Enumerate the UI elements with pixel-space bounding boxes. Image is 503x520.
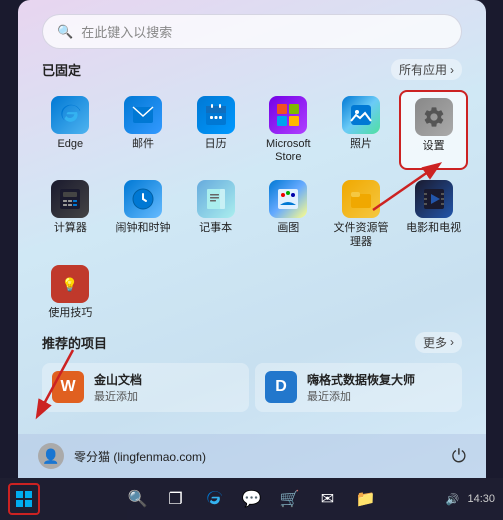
- paint-icon: [269, 180, 307, 218]
- photos-icon: [342, 96, 380, 134]
- taskbar-left: [8, 483, 40, 515]
- film-icon: [415, 180, 453, 218]
- pinned-apps-grid: Edge 邮件 日历 Microsoft Store 照片 设置计算器 闹钟和时钟 记事本 画图…: [18, 90, 486, 326]
- power-icon: ⏻: [452, 446, 466, 467]
- svg-text:💡: 💡: [62, 277, 78, 292]
- explorer-icon: [342, 180, 380, 218]
- wps-text: 金山文档最近添加: [94, 371, 142, 404]
- taskbar-edge[interactable]: [198, 483, 230, 515]
- user-name: 零分猫 (lingfenmao.com): [74, 448, 206, 465]
- taskbar-center: 🔍 ❐ 💬 🛒 ✉ 📁: [122, 483, 382, 515]
- user-info[interactable]: 👤 零分猫 (lingfenmao.com): [38, 443, 206, 469]
- app-clock[interactable]: 闹钟和时钟: [109, 174, 178, 254]
- bottom-bar: 👤 零分猫 (lingfenmao.com) ⏻: [18, 434, 486, 478]
- notepad-label: 记事本: [199, 222, 232, 235]
- clock-label: 闹钟和时钟: [115, 222, 170, 235]
- calc-icon: [51, 180, 89, 218]
- all-apps-button[interactable]: 所有应用 ›: [391, 59, 462, 80]
- taskbar-store[interactable]: 🛒: [274, 483, 306, 515]
- drrecovery-name: 嗨格式数据恢复大师: [307, 371, 415, 388]
- settings-icon: [415, 98, 453, 136]
- calendar-icon: [197, 96, 235, 134]
- app-mail[interactable]: 邮件: [109, 90, 178, 170]
- rec-item-drrecovery[interactable]: D 嗨格式数据恢复大师最近添加: [255, 363, 462, 412]
- app-calendar[interactable]: 日历: [181, 90, 250, 170]
- start-button[interactable]: [8, 483, 40, 515]
- taskbar-taskview[interactable]: ❐: [160, 483, 192, 515]
- taskbar-explorer[interactable]: 📁: [350, 483, 382, 515]
- taskbar: 🔍 ❐ 💬 🛒 ✉ 📁 🔊 14:30: [0, 478, 503, 520]
- app-calc[interactable]: 计算器: [36, 174, 105, 254]
- calendar-label: 日历: [205, 138, 227, 151]
- wps-icon: W: [52, 371, 84, 403]
- app-edge[interactable]: Edge: [36, 90, 105, 170]
- taskbar-search[interactable]: 🔍: [122, 483, 154, 515]
- taskbar-chat[interactable]: 💬: [236, 483, 268, 515]
- tips-icon: 💡: [51, 265, 89, 303]
- calc-label: 计算器: [54, 222, 87, 235]
- clock-icon: [124, 180, 162, 218]
- avatar: 👤: [38, 443, 64, 469]
- mail-label: 邮件: [132, 138, 154, 151]
- recommended-items: W金山文档最近添加D嗨格式数据恢复大师最近添加: [42, 363, 462, 412]
- store-icon: [269, 96, 307, 134]
- search-placeholder: 在此键入以搜索: [81, 22, 172, 41]
- mail-icon: [124, 96, 162, 134]
- pinned-header: 已固定 所有应用 ›: [18, 59, 486, 80]
- explorer-label: 文件资源管理器: [331, 222, 392, 248]
- power-button[interactable]: ⏻: [452, 446, 466, 467]
- app-tips[interactable]: 💡 使用技巧: [36, 259, 105, 326]
- drrecovery-text: 嗨格式数据恢复大师最近添加: [307, 371, 415, 404]
- app-film[interactable]: 电影和电视: [399, 174, 468, 254]
- app-paint[interactable]: 画图: [254, 174, 323, 254]
- settings-label: 设置: [423, 140, 445, 153]
- recommended-header: 推荐的项目 更多 ›: [42, 332, 462, 353]
- chevron-right-icon: ›: [450, 63, 454, 77]
- system-tray[interactable]: 🔊: [446, 493, 460, 506]
- wps-name: 金山文档: [94, 371, 142, 388]
- search-icon: 🔍: [57, 24, 73, 40]
- drrecovery-icon: D: [265, 371, 297, 403]
- clock: 14:30: [467, 493, 495, 505]
- more-button[interactable]: 更多 ›: [415, 332, 462, 353]
- film-label: 电影和电视: [406, 222, 461, 235]
- rec-item-wps[interactable]: W 金山文档最近添加: [42, 363, 249, 412]
- app-notepad[interactable]: 记事本: [181, 174, 250, 254]
- photos-label: 照片: [350, 138, 372, 151]
- wps-sub: 最近添加: [94, 388, 142, 404]
- app-explorer[interactable]: 文件资源管理器: [327, 174, 396, 254]
- app-store[interactable]: Microsoft Store: [254, 90, 323, 170]
- edge-icon: [51, 96, 89, 134]
- search-bar[interactable]: 🔍 在此键入以搜索: [42, 14, 462, 49]
- taskbar-right: 🔊 14:30: [446, 493, 495, 506]
- paint-label: 画图: [277, 222, 299, 235]
- tips-label: 使用技巧: [48, 307, 92, 320]
- start-menu: 🔍 在此键入以搜索 已固定 所有应用 › Edge 邮件 日历 Microsoft S…: [18, 0, 486, 478]
- chevron-right-icon: ›: [450, 335, 454, 349]
- drrecovery-sub: 最近添加: [307, 388, 415, 404]
- edge-label: Edge: [57, 138, 83, 151]
- app-photos[interactable]: 照片: [327, 90, 396, 170]
- app-settings[interactable]: 设置: [399, 90, 468, 170]
- taskbar-mail[interactable]: ✉: [312, 483, 344, 515]
- notepad-icon: [197, 180, 235, 218]
- recommended-title: 推荐的项目: [42, 333, 107, 352]
- windows-icon: [16, 491, 32, 507]
- store-label: Microsoft Store: [258, 138, 319, 164]
- pinned-title: 已固定: [42, 60, 81, 79]
